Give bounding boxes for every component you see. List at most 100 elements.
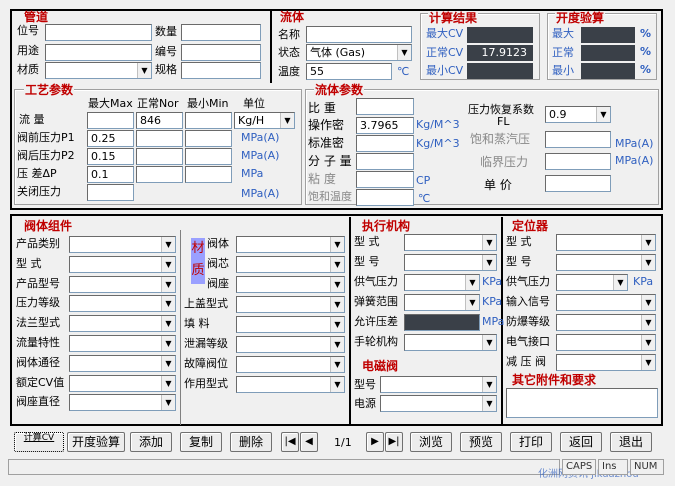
dp-nor-input[interactable] bbox=[136, 166, 183, 183]
positioner-select[interactable]: ▼ bbox=[556, 354, 656, 371]
actuator-select[interactable]: ▼ bbox=[404, 234, 497, 251]
body-select[interactable]: ▼ bbox=[69, 295, 176, 313]
body-select[interactable]: ▼ bbox=[69, 315, 176, 333]
fluidparam-title: 流体参数 bbox=[314, 83, 365, 97]
close-max-input[interactable] bbox=[87, 184, 134, 201]
pipe-code-input[interactable] bbox=[181, 44, 261, 61]
actuator-input[interactable] bbox=[404, 314, 480, 331]
dp-max-input[interactable]: 0.1 bbox=[87, 166, 134, 183]
positioner-select[interactable]: ▼ bbox=[556, 334, 656, 351]
std-density-label: 标准密 bbox=[308, 136, 345, 150]
op-density-input[interactable]: 3.7965 bbox=[356, 117, 414, 134]
prev-page-icon: ◀ bbox=[305, 436, 313, 447]
actuator-select[interactable]: ▼ bbox=[404, 334, 497, 351]
p1-min-input[interactable] bbox=[185, 130, 232, 147]
exit-button[interactable]: 退出 bbox=[610, 432, 652, 452]
solenoid-power-label: 电源 bbox=[354, 397, 376, 410]
positioner-select[interactable]: ▼ bbox=[556, 234, 656, 251]
prev-page-button[interactable]: ◀ bbox=[300, 432, 318, 452]
actuator-select[interactable]: ▼ bbox=[404, 274, 480, 291]
body-select[interactable]: ▼ bbox=[69, 236, 176, 253]
body-select[interactable]: ▼ bbox=[69, 255, 176, 273]
body-select[interactable]: ▼ bbox=[69, 335, 176, 352]
p2-nor-input[interactable] bbox=[136, 148, 183, 165]
flow-unit-select[interactable]: Kg/H ▼ bbox=[234, 112, 295, 129]
material-select[interactable]: ▼ bbox=[236, 336, 345, 353]
next-page-button[interactable]: ▶ bbox=[366, 432, 384, 452]
material-select[interactable]: ▼ bbox=[236, 356, 345, 373]
flow-min-input[interactable] bbox=[185, 112, 232, 129]
crit-label: 临界压力 bbox=[480, 155, 529, 169]
fluid-state-select[interactable]: 气体 (Gas) ▼ bbox=[306, 44, 412, 61]
flow-nor-input[interactable]: 846 bbox=[136, 112, 183, 129]
pipe-qty-input[interactable] bbox=[181, 24, 261, 41]
material-select[interactable]: ▼ bbox=[236, 316, 345, 333]
material-label: 泄漏等级 bbox=[184, 337, 228, 350]
open-check-button[interactable]: 开度验算 bbox=[67, 432, 125, 452]
sat-temp-input[interactable] bbox=[356, 189, 414, 206]
dp-min-input[interactable] bbox=[185, 166, 232, 183]
first-page-button[interactable]: |◀ bbox=[281, 432, 299, 452]
crit-input[interactable] bbox=[545, 153, 611, 170]
visc-input[interactable] bbox=[356, 171, 414, 188]
material-select[interactable]: ▼ bbox=[236, 256, 345, 273]
p2-max-input[interactable]: 0.15 bbox=[87, 148, 134, 165]
back-button[interactable]: 返回 bbox=[560, 432, 602, 452]
open-norm-label: 正常 bbox=[552, 46, 574, 59]
last-page-button[interactable]: ▶| bbox=[385, 432, 403, 452]
browse-button[interactable]: 浏览 bbox=[410, 432, 452, 452]
calc-cv-button[interactable]: 计算CV bbox=[14, 432, 64, 452]
solenoid-power-select[interactable]: ▼ bbox=[380, 395, 497, 412]
positioner-select[interactable]: ▼ bbox=[556, 254, 656, 271]
actuator-select[interactable]: ▼ bbox=[404, 254, 497, 271]
preview-button[interactable]: 预览 bbox=[460, 432, 502, 452]
positioner-select[interactable]: ▼ bbox=[556, 274, 628, 291]
flow-max-input[interactable] bbox=[87, 112, 134, 129]
material-label: 阀芯 bbox=[207, 257, 229, 270]
material-select[interactable]: ▼ bbox=[236, 376, 345, 393]
p1-nor-input[interactable] bbox=[136, 130, 183, 147]
actuator-select[interactable]: ▼ bbox=[404, 294, 480, 311]
body-label: 流量特性 bbox=[16, 336, 60, 349]
open-norm-unit: % bbox=[640, 45, 652, 58]
pipe-spec-input[interactable] bbox=[181, 62, 261, 79]
body-select[interactable]: ▼ bbox=[69, 354, 176, 372]
print-button[interactable]: 打印 bbox=[510, 432, 552, 452]
positioner-select[interactable]: ▼ bbox=[556, 314, 656, 331]
std-density-input[interactable] bbox=[356, 135, 414, 152]
chevron-down-icon: ▼ bbox=[482, 335, 496, 350]
body-select[interactable]: ▼ bbox=[69, 394, 176, 412]
solenoid-model-select[interactable]: ▼ bbox=[380, 376, 497, 393]
price-input[interactable] bbox=[545, 175, 611, 192]
material-label: 故障阀位 bbox=[184, 357, 228, 370]
chevron-down-icon: ▼ bbox=[161, 375, 175, 391]
calc-title: 计算结果 bbox=[428, 11, 479, 25]
positioner-select[interactable]: ▼ bbox=[556, 294, 656, 311]
pipe-material-select[interactable]: ▼ bbox=[45, 62, 152, 79]
p2-min-input[interactable] bbox=[185, 148, 232, 165]
p1-max-input[interactable]: 0.25 bbox=[87, 130, 134, 147]
material-select[interactable]: ▼ bbox=[236, 296, 345, 313]
body-select[interactable]: ▼ bbox=[69, 275, 176, 293]
body-label: 产品型号 bbox=[16, 276, 60, 290]
density-input[interactable] bbox=[356, 98, 414, 115]
material-select[interactable]: ▼ bbox=[236, 276, 345, 293]
fl-select[interactable]: 0.9 ▼ bbox=[545, 106, 611, 123]
next-page-icon: ▶ bbox=[371, 436, 379, 447]
pipe-use-input[interactable] bbox=[45, 44, 152, 61]
pipe-pos-input[interactable] bbox=[45, 24, 152, 41]
chevron-down-icon: ▼ bbox=[482, 235, 496, 250]
sat-press-input[interactable] bbox=[545, 131, 611, 148]
body-select[interactable]: ▼ bbox=[69, 374, 176, 392]
fluid-name-input[interactable] bbox=[306, 26, 412, 43]
positioner-label: 电气接口 bbox=[506, 335, 550, 348]
copy-button[interactable]: 复制 bbox=[180, 432, 222, 452]
mol-input[interactable] bbox=[356, 153, 414, 170]
add-button[interactable]: 添加 bbox=[130, 432, 172, 452]
other-textarea[interactable] bbox=[506, 388, 658, 418]
delete-button[interactable]: 删除 bbox=[230, 432, 272, 452]
chevron-down-icon: ▼ bbox=[161, 355, 175, 371]
material-select[interactable]: ▼ bbox=[236, 236, 345, 253]
status-num: NUM bbox=[630, 459, 664, 475]
fluid-temp-input[interactable]: 55 bbox=[306, 63, 392, 80]
